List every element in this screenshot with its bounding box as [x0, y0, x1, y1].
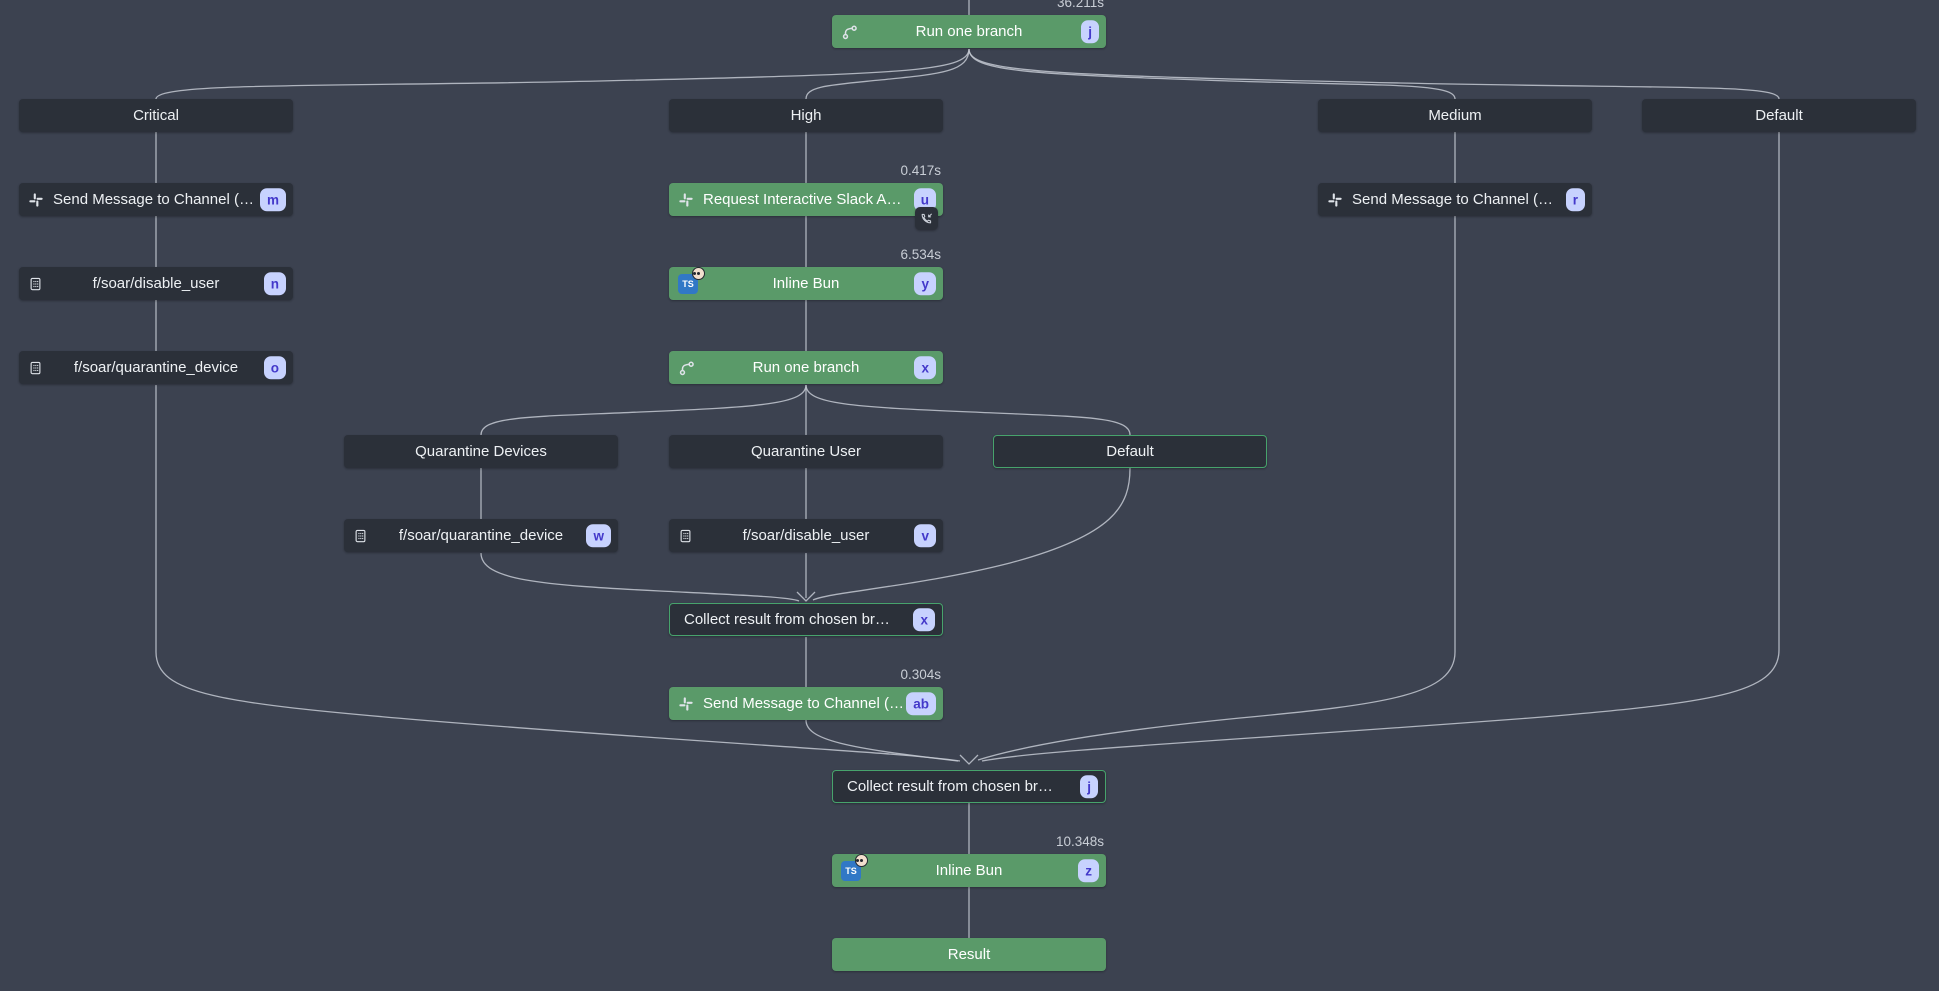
slack-icon [678, 696, 694, 712]
node-id-badge: v [914, 524, 936, 548]
duration-label: 36.211s [1057, 0, 1104, 10]
node-label: Run one branch [866, 23, 1072, 40]
branch-header-label: High [679, 107, 933, 124]
node-label: Request Interactive Slack Appro... [703, 191, 909, 208]
node-id-badge: z [1078, 859, 1099, 883]
subbranch-header-quarantine-devices[interactable]: Quarantine Devices [344, 435, 618, 468]
node-label: f/soar/disable_user [703, 527, 909, 544]
node-label: Send Message to Channel (slack) [53, 191, 259, 208]
script-icon [678, 528, 693, 543]
node-id-badge: o [264, 356, 286, 380]
duration-label: 10.348s [1056, 834, 1104, 849]
duration-label: 0.304s [900, 667, 941, 682]
branch-header-medium[interactable]: Medium [1318, 99, 1592, 132]
node-id-badge: j [1081, 20, 1099, 44]
node-inline-bun-bottom[interactable]: 10.348s TS Inline Bun z [832, 854, 1106, 887]
branch-header-label: Default [1652, 107, 1906, 124]
node-send-message-high[interactable]: 0.304s Send Message to Channel (sla... a… [669, 687, 943, 720]
node-disable-user-critical[interactable]: f/soar/disable_user n [19, 267, 293, 300]
node-run-one-branch-high[interactable]: Run one branch x [669, 351, 943, 384]
node-label: Inline Bun [866, 862, 1072, 879]
branch-header-label: Quarantine User [679, 443, 933, 460]
node-label: Run one branch [703, 359, 909, 376]
typescript-icon: TS [678, 274, 698, 294]
subbranch-header-quarantine-user[interactable]: Quarantine User [669, 435, 943, 468]
node-send-message-critical[interactable]: Send Message to Channel (slack) m [19, 183, 293, 216]
node-label: f/soar/quarantine_device [378, 527, 584, 544]
branch-icon [678, 359, 696, 377]
lang-label: TS [682, 279, 694, 289]
script-icon [28, 360, 43, 375]
duration-label: 0.417s [900, 163, 941, 178]
node-label: Inline Bun [703, 275, 909, 292]
node-label: Collect result from chosen branch [684, 611, 898, 628]
branch-icon [841, 23, 859, 41]
typescript-icon: TS [841, 861, 861, 881]
node-send-message-medium[interactable]: Send Message to Channel (slack) r [1318, 183, 1592, 216]
node-id-badge: x [913, 608, 935, 632]
node-request-slack-approval[interactable]: 0.417s Request Interactive Slack Appro..… [669, 183, 943, 216]
slack-icon [678, 192, 694, 208]
branch-header-critical[interactable]: Critical [19, 99, 293, 132]
branch-header-label: Quarantine Devices [354, 443, 608, 460]
node-result[interactable]: Result [832, 938, 1106, 971]
node-id-badge: w [586, 524, 611, 548]
node-label: Send Message to Channel (slack) [1352, 191, 1558, 208]
lang-label: TS [845, 866, 857, 876]
branch-header-label: Default [1004, 443, 1256, 460]
node-collect-result-main[interactable]: Collect result from chosen branch j [832, 770, 1106, 803]
node-collect-result-high[interactable]: Collect result from chosen branch x [669, 603, 943, 636]
suspend-approval-icon [915, 207, 938, 230]
duration-label: 6.534s [900, 247, 941, 262]
node-id-badge: ab [906, 692, 936, 716]
script-icon [353, 528, 368, 543]
node-id-badge: j [1080, 775, 1098, 799]
slack-icon [28, 192, 44, 208]
branch-header-label: Critical [29, 107, 283, 124]
flow-graph-canvas: 36.211s Run one branch j Critical High M… [0, 0, 1939, 991]
node-label: Result [866, 946, 1072, 963]
node-id-badge: n [264, 272, 286, 296]
node-label: Collect result from chosen branch [847, 778, 1061, 795]
node-disable-user-script[interactable]: f/soar/disable_user v [669, 519, 943, 552]
branch-header-label: Medium [1328, 107, 1582, 124]
node-label: f/soar/quarantine_device [53, 359, 259, 376]
node-quarantine-device-critical[interactable]: f/soar/quarantine_device o [19, 351, 293, 384]
node-id-badge: x [914, 356, 936, 380]
node-id-badge: y [914, 272, 936, 296]
slack-icon [1327, 192, 1343, 208]
node-quarantine-device-script[interactable]: f/soar/quarantine_device w [344, 519, 618, 552]
node-id-badge: r [1566, 188, 1585, 212]
flow-edges [0, 0, 1939, 991]
branch-header-high[interactable]: High [669, 99, 943, 132]
node-inline-bun-high[interactable]: 6.534s TS Inline Bun y [669, 267, 943, 300]
node-id-badge: m [260, 188, 286, 212]
node-label: Send Message to Channel (sla... [703, 695, 909, 712]
branch-header-default[interactable]: Default [1642, 99, 1916, 132]
node-label: f/soar/disable_user [53, 275, 259, 292]
node-run-one-branch-top[interactable]: 36.211s Run one branch j [832, 15, 1106, 48]
script-icon [28, 276, 43, 291]
subbranch-header-default[interactable]: Default [993, 435, 1267, 468]
